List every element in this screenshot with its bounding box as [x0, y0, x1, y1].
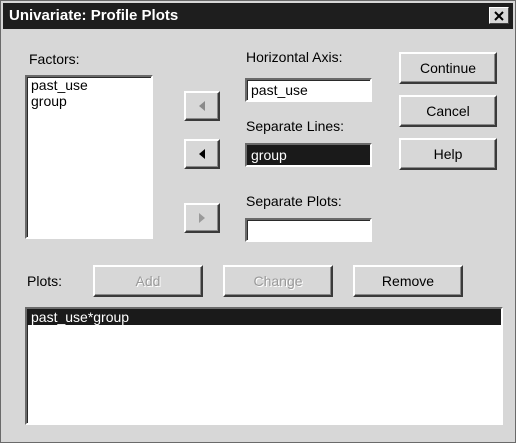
left-arrow-icon — [199, 101, 205, 111]
remove-label: Remove — [381, 273, 435, 289]
factors-listbox[interactable]: past_use group — [25, 75, 153, 239]
horizontal-axis-label: Horizontal Axis: — [246, 49, 343, 65]
change-button[interactable]: Change — [223, 265, 333, 297]
move-to-separate-lines-button[interactable] — [184, 139, 220, 169]
move-to-separate-plots-button[interactable] — [184, 203, 220, 233]
add-button[interactable]: Add — [93, 265, 203, 297]
list-item[interactable]: past_use — [27, 77, 151, 93]
cancel-button[interactable]: Cancel — [399, 95, 497, 127]
separate-plots-field[interactable] — [245, 218, 372, 242]
cancel-label: Cancel — [426, 103, 470, 119]
profile-plots-dialog: Univariate: Profile Plots Factors: past_… — [0, 0, 516, 443]
remove-button[interactable]: Remove — [353, 265, 463, 297]
separate-lines-field[interactable]: group — [245, 143, 372, 167]
title-bar: Univariate: Profile Plots — [3, 3, 513, 29]
window-title: Univariate: Profile Plots — [9, 7, 179, 24]
left-arrow-icon — [199, 149, 205, 159]
continue-label: Continue — [419, 60, 477, 76]
list-item[interactable]: group — [27, 93, 151, 109]
list-item[interactable]: past_use*group — [27, 309, 501, 325]
help-button[interactable]: Help — [399, 138, 497, 170]
close-icon — [494, 10, 504, 21]
change-label: Change — [253, 273, 303, 289]
horizontal-axis-field[interactable]: past_use — [245, 78, 372, 102]
help-label: Help — [433, 146, 463, 162]
factors-label: Factors: — [29, 51, 80, 67]
separate-plots-label: Separate Plots: — [246, 193, 342, 209]
plots-label: Plots: — [27, 273, 63, 289]
plots-listbox[interactable]: past_use*group — [25, 307, 503, 425]
right-arrow-icon — [199, 213, 205, 223]
separate-lines-label: Separate Lines: — [246, 118, 345, 134]
move-to-horizontal-axis-button[interactable] — [184, 91, 220, 121]
continue-button[interactable]: Continue — [399, 52, 497, 84]
close-button[interactable] — [489, 7, 509, 24]
add-label: Add — [135, 273, 161, 289]
